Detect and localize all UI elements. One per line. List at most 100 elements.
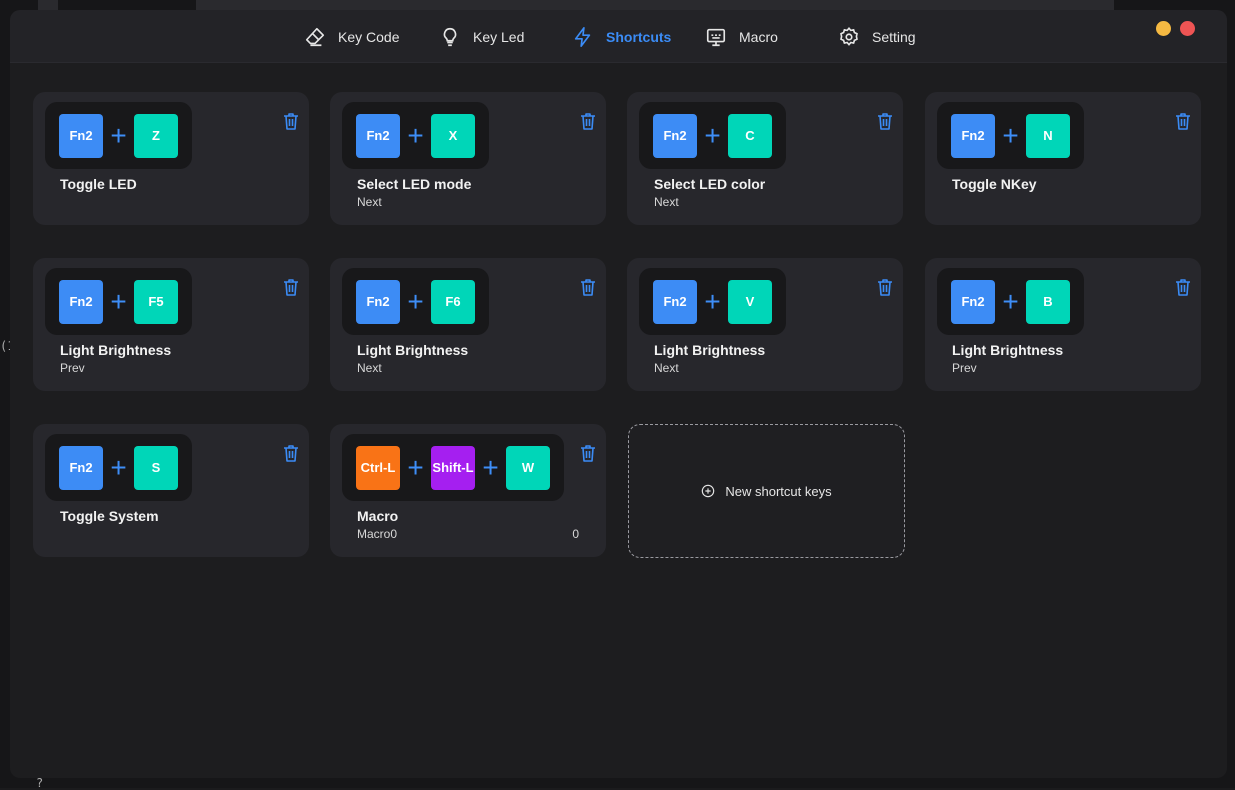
eraser-icon xyxy=(305,27,325,46)
key-combination: Fn2 + N xyxy=(937,102,1084,169)
plus-icon: + xyxy=(704,285,721,317)
plus-icon: + xyxy=(482,451,499,483)
key-chip: Z xyxy=(134,113,178,158)
gear-icon xyxy=(840,26,858,46)
key-chip: Fn2 xyxy=(59,279,103,324)
lightbulb-icon xyxy=(443,27,457,46)
key-chip: X xyxy=(431,113,475,158)
shortcut-subtitle: Next xyxy=(654,361,679,375)
key-combination: Fn2 + C xyxy=(639,102,786,169)
trash-icon[interactable] xyxy=(580,278,596,296)
key-chip: Fn2 xyxy=(951,279,995,324)
trash-icon[interactable] xyxy=(283,444,299,462)
key-combination: Fn2 + Z xyxy=(45,102,192,169)
tab-label: Key Code xyxy=(338,28,400,45)
shortcut-subtitle: Macro0 xyxy=(357,527,398,541)
shortcut-subtitle: Next xyxy=(357,361,382,375)
tab-label: Key Led xyxy=(473,28,525,45)
shortcut-card[interactable]: Fn2 + C Select LED color Next xyxy=(627,92,903,225)
key-chip: B xyxy=(1026,279,1070,324)
key-chip: F6 xyxy=(431,279,475,324)
shortcut-card[interactable]: Fn2 + F5 Light Brightness Prev xyxy=(33,258,309,391)
key-combination: Fn2 + F6 xyxy=(342,268,489,335)
key-chip: Fn2 xyxy=(356,279,400,324)
key-combination: Ctrl-L + Shift-L + W xyxy=(342,434,564,501)
tab-label: Setting xyxy=(872,28,916,45)
shortcut-title: Select LED color xyxy=(654,176,766,192)
plus-icon: + xyxy=(704,119,721,151)
minimize-button[interactable] xyxy=(1156,21,1171,36)
key-chip: W xyxy=(506,445,550,490)
key-chip: C xyxy=(728,113,772,158)
new-shortcut-button[interactable]: New shortcut keys xyxy=(628,424,905,558)
key-chip: Fn2 xyxy=(653,279,697,324)
background-window xyxy=(196,0,1114,10)
shortcut-title: Light Brightness xyxy=(952,342,1064,358)
macro-count: 0 xyxy=(572,527,579,541)
shortcut-title: Toggle System xyxy=(60,508,159,524)
trash-icon[interactable] xyxy=(283,112,299,130)
plus-icon: + xyxy=(110,285,127,317)
key-combination: Fn2 + X xyxy=(342,102,489,169)
trash-icon[interactable] xyxy=(877,278,893,296)
key-combination: Fn2 + B xyxy=(937,268,1084,335)
key-chip: Ctrl-L xyxy=(356,445,400,490)
trash-icon[interactable] xyxy=(1175,112,1191,130)
shortcut-title: Light Brightness xyxy=(60,342,172,358)
new-shortcut-label: New shortcut keys xyxy=(725,483,832,499)
key-chip: Shift-L xyxy=(431,445,475,490)
tab-key-code[interactable]: Key Code xyxy=(304,10,399,63)
tab-label: Macro xyxy=(739,28,778,45)
shortcut-title: Select LED mode xyxy=(357,176,472,192)
trash-icon[interactable] xyxy=(580,444,596,462)
shortcut-subtitle: Next xyxy=(654,195,679,209)
tab-label: Shortcuts xyxy=(606,28,672,45)
trash-icon[interactable] xyxy=(877,112,893,130)
shortcut-card[interactable]: Fn2 + B Light Brightness Prev xyxy=(925,258,1201,391)
background-window xyxy=(38,0,58,10)
shortcut-title: Toggle LED xyxy=(60,176,137,192)
plus-icon: + xyxy=(407,119,424,151)
trash-icon[interactable] xyxy=(1175,278,1191,296)
key-chip: Fn2 xyxy=(951,113,995,158)
plus-icon: + xyxy=(1002,119,1019,151)
plus-icon: + xyxy=(1002,285,1019,317)
shortcut-card[interactable]: Fn2 + F6 Light Brightness Next xyxy=(330,258,606,391)
shortcut-card[interactable]: Fn2 + Z Toggle LED xyxy=(33,92,309,225)
shortcut-subtitle: Prev xyxy=(952,361,977,375)
shortcut-card[interactable]: Fn2 + S Toggle System xyxy=(33,424,309,557)
key-chip: Fn2 xyxy=(356,113,400,158)
plus-icon: + xyxy=(110,119,127,151)
lightning-icon xyxy=(574,26,591,47)
plus-circle-icon xyxy=(702,484,715,498)
key-chip: N xyxy=(1026,113,1070,158)
top-nav-bar: Key Code Key Led Shortcuts Macro Setting xyxy=(10,10,1227,63)
monitor-icon xyxy=(706,28,726,46)
shortcut-card[interactable]: Ctrl-L + Shift-L + W Macro Macro0 0 xyxy=(330,424,606,557)
key-combination: Fn2 + V xyxy=(639,268,786,335)
shortcut-title: Toggle NKey xyxy=(952,176,1037,192)
key-chip: Fn2 xyxy=(59,445,103,490)
tab-shortcuts[interactable]: Shortcuts xyxy=(572,10,671,63)
plus-icon: + xyxy=(407,285,424,317)
shortcut-card[interactable]: Fn2 + V Light Brightness Next xyxy=(627,258,903,391)
close-button[interactable] xyxy=(1180,21,1195,36)
key-chip: Fn2 xyxy=(59,113,103,158)
plus-icon: + xyxy=(407,451,424,483)
key-combination: Fn2 + S xyxy=(45,434,192,501)
trash-icon[interactable] xyxy=(283,278,299,296)
shortcut-card[interactable]: Fn2 + N Toggle NKey xyxy=(925,92,1201,225)
tab-key-led[interactable]: Key Led xyxy=(439,10,524,63)
tab-setting[interactable]: Setting xyxy=(838,10,916,63)
shortcut-subtitle: Prev xyxy=(60,361,85,375)
shortcut-card[interactable]: Fn2 + X Select LED mode Next xyxy=(330,92,606,225)
shortcut-title: Macro xyxy=(357,508,399,524)
shortcut-subtitle: Next xyxy=(357,195,382,209)
key-combination: Fn2 + F5 xyxy=(45,268,192,335)
key-chip: V xyxy=(728,279,772,324)
key-chip: Fn2 xyxy=(653,113,697,158)
shortcut-title: Light Brightness xyxy=(654,342,766,358)
tab-macro[interactable]: Macro xyxy=(705,10,778,63)
trash-icon[interactable] xyxy=(580,112,596,130)
shortcut-title: Light Brightness xyxy=(357,342,469,358)
